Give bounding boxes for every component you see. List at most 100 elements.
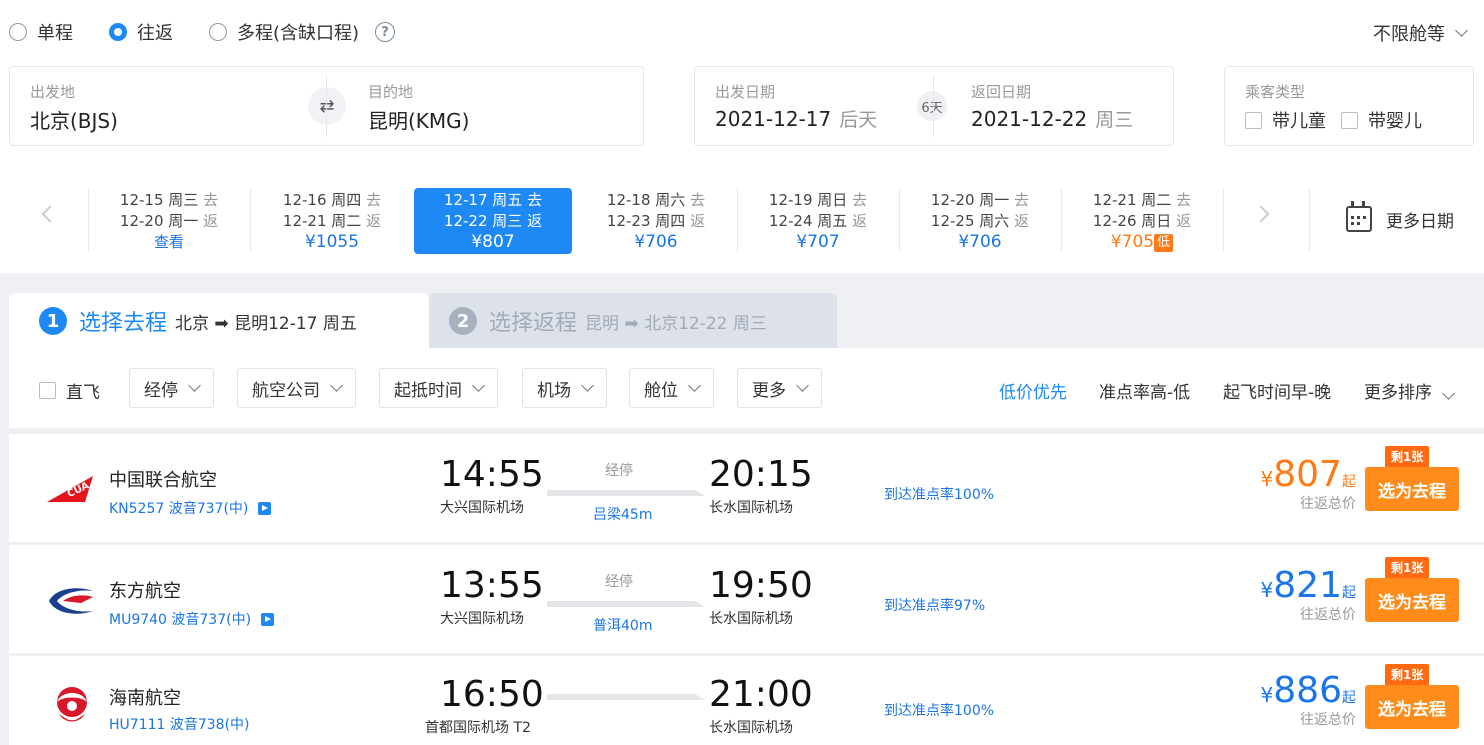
trip-type-multi[interactable]: 多程(含缺口程) bbox=[209, 19, 359, 45]
destination-field[interactable]: 目的地 昆明(KMG) bbox=[346, 67, 642, 145]
passenger-box: 乘客类型 带儿童 带婴儿 bbox=[1224, 66, 1474, 146]
divider bbox=[250, 188, 251, 252]
date-option[interactable]: 12-19 周日 去 12-24 周五 返 ¥707 bbox=[739, 188, 897, 254]
airline-name: 海南航空 bbox=[109, 688, 181, 709]
departure-terminal: T2 bbox=[513, 720, 531, 736]
route-arrow bbox=[547, 490, 705, 496]
filter-cabin[interactable]: 舱位 bbox=[629, 368, 714, 408]
arrival-airport: 长水国际机场 bbox=[709, 500, 793, 516]
price-note: 往返总价 bbox=[1300, 712, 1356, 728]
select-outbound-button[interactable]: 选为去程 bbox=[1365, 467, 1459, 511]
date-box: 出发日期 2021-12-17 后天 6天 返回日期 2021-12-22 周三 bbox=[694, 66, 1174, 146]
tab-select-return[interactable]: 2 选择返程 昆明 ➡ 北京12-22 周三 bbox=[429, 293, 837, 349]
flight-number[interactable]: MU9740 波音737(中) bbox=[109, 609, 275, 629]
lowest-price-badge: 低 bbox=[1154, 234, 1174, 252]
date-option[interactable]: 12-15 周三 去 12-20 周一 返 查看 bbox=[90, 188, 248, 254]
trip-type-group: 单程 往返 多程(含缺口程) ? bbox=[9, 19, 396, 45]
trip-type-roundtrip[interactable]: 往返 bbox=[109, 19, 173, 45]
divider bbox=[1309, 188, 1310, 252]
flight-number[interactable]: KN5257 波音737(中) bbox=[109, 498, 272, 518]
route-arrow bbox=[547, 694, 705, 700]
direct-flight-checkbox[interactable]: 直飞 bbox=[39, 378, 100, 403]
with-infant-checkbox[interactable]: 带婴儿 bbox=[1341, 107, 1422, 133]
play-icon[interactable] bbox=[261, 613, 275, 626]
departure-airport: 大兴国际机场 bbox=[440, 500, 524, 516]
return-date-note: 周三 bbox=[1095, 109, 1134, 131]
china-united-airlines-logo: CUA bbox=[47, 476, 93, 502]
return-date-label: 返回日期 bbox=[971, 83, 1032, 101]
divider bbox=[737, 188, 738, 252]
step-number: 2 bbox=[449, 307, 477, 335]
filter-bar: 直飞 经停 航空公司 起抵时间 机场 舱位 更多 低价优先 准点率高-低 起飞时… bbox=[9, 348, 1484, 428]
departure-airport: 大兴国际机场 bbox=[440, 611, 524, 627]
date-price-strip: 12-15 周三 去 12-20 周一 返 查看 12-16 周四 去 12-2… bbox=[0, 186, 1484, 256]
swap-icon[interactable]: ⇄ bbox=[308, 87, 346, 125]
divider bbox=[88, 188, 89, 252]
price-block: ¥886起 往返总价 bbox=[1261, 670, 1356, 729]
depart-date-note: 后天 bbox=[839, 109, 878, 131]
with-child-checkbox[interactable]: 带儿童 bbox=[1245, 107, 1326, 133]
date-option-active[interactable]: 12-17 周五 去 12-22 周三 返 ¥807 bbox=[414, 188, 572, 254]
origin-field[interactable]: 出发地 北京(BJS) bbox=[10, 67, 326, 145]
filter-stops[interactable]: 经停 bbox=[129, 368, 214, 408]
stop-city: 普洱40m bbox=[593, 618, 653, 634]
passenger-label: 乘客类型 bbox=[1245, 83, 1306, 101]
divider bbox=[933, 75, 934, 137]
flight-number[interactable]: HU7111 波音738(中) bbox=[109, 714, 250, 734]
step-title: 选择返程 bbox=[489, 311, 578, 336]
chevron-down-icon bbox=[688, 379, 701, 392]
return-date-field[interactable]: 返回日期 2021-12-22 周三 bbox=[951, 67, 1173, 145]
divider bbox=[1061, 188, 1062, 252]
flight-row: 东方航空 MU9740 波音737(中) 13:55 大兴国际机场 经停 普洱4… bbox=[9, 545, 1484, 653]
filter-airport[interactable]: 机场 bbox=[522, 368, 607, 408]
chevron-down-icon bbox=[472, 379, 485, 392]
date-option-view[interactable]: 查看 bbox=[90, 232, 248, 253]
chevron-down-icon bbox=[188, 379, 201, 392]
hainan-airlines-logo bbox=[57, 687, 87, 722]
destination-value: 昆明(KMG) bbox=[368, 109, 470, 133]
china-eastern-logo bbox=[49, 588, 93, 614]
chevron-right-icon[interactable] bbox=[1252, 205, 1270, 223]
sort-more[interactable]: 更多排序 bbox=[1364, 378, 1455, 403]
departure-time: 16:50 bbox=[440, 674, 544, 715]
airline-name: 东方航空 bbox=[109, 581, 181, 602]
help-icon[interactable]: ? bbox=[375, 22, 396, 42]
filter-airline[interactable]: 航空公司 bbox=[237, 368, 356, 408]
flight-row: CUA 中国联合航空 KN5257 波音737(中) 14:55 大兴国际机场 … bbox=[9, 434, 1484, 542]
date-option[interactable]: 12-21 周二 去 12-26 周日 返 ¥705 低 bbox=[1063, 188, 1221, 254]
price-block: ¥807起 往返总价 bbox=[1261, 454, 1356, 513]
date-option[interactable]: 12-16 周四 去 12-21 周二 返 ¥1055 bbox=[253, 188, 411, 254]
arrival-airport: 长水国际机场 bbox=[709, 720, 793, 736]
sort-departure-time[interactable]: 起飞时间早-晚 bbox=[1223, 378, 1331, 403]
play-icon[interactable] bbox=[258, 502, 272, 515]
flight-row: 海南航空 HU7111 波音738(中) 16:50 首都国际机场 T2 21:… bbox=[9, 656, 1484, 745]
chevron-down-icon bbox=[581, 379, 594, 392]
select-outbound-button[interactable]: 选为去程 bbox=[1365, 685, 1459, 729]
stop-label: 经停 bbox=[605, 574, 633, 590]
chevron-down-icon bbox=[330, 379, 343, 392]
filter-more[interactable]: 更多 bbox=[737, 368, 822, 408]
date-option-price-lowest: ¥705 bbox=[1110, 232, 1155, 252]
date-option[interactable]: 12-20 周一 去 12-25 周六 返 ¥706 bbox=[901, 188, 1059, 254]
price: ¥886起 bbox=[1260, 670, 1356, 711]
step-route: 昆明 ➡ 北京12-22 周三 bbox=[585, 313, 767, 334]
seats-left-badge: 剩1张 bbox=[1385, 664, 1430, 692]
arrival-airport: 长水国际机场 bbox=[709, 611, 793, 627]
cabin-class-select[interactable]: 不限舱等 bbox=[1373, 20, 1468, 46]
depart-date-value: 2021-12-17 后天 bbox=[715, 107, 878, 131]
filter-time[interactable]: 起抵时间 bbox=[379, 368, 498, 408]
depart-date-field[interactable]: 出发日期 2021-12-17 后天 bbox=[695, 67, 933, 145]
tab-select-outbound[interactable]: 1 选择去程 北京 ➡ 昆明12-17 周五 bbox=[9, 293, 429, 349]
checkbox-icon bbox=[1341, 112, 1358, 129]
trip-type-oneway[interactable]: 单程 bbox=[9, 19, 73, 45]
divider bbox=[326, 75, 327, 137]
sort-lowest-price[interactable]: 低价优先 bbox=[999, 378, 1067, 403]
select-outbound-button[interactable]: 选为去程 bbox=[1365, 578, 1459, 622]
sort-ontime-rate[interactable]: 准点率高-低 bbox=[1099, 378, 1190, 403]
date-option[interactable]: 12-18 周六 去 12-23 周四 返 ¥706 bbox=[577, 188, 735, 254]
chevron-left-icon[interactable] bbox=[41, 205, 59, 223]
date-option-price: ¥706 bbox=[958, 232, 1002, 252]
date-option-price: ¥706 bbox=[634, 232, 678, 252]
more-dates-button[interactable]: 更多日期 bbox=[1346, 201, 1454, 232]
return-date-value: 2021-12-22 周三 bbox=[971, 107, 1134, 131]
